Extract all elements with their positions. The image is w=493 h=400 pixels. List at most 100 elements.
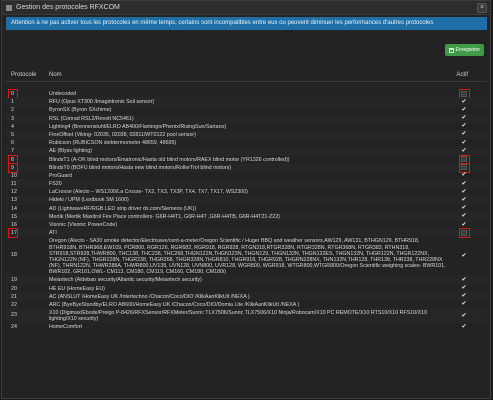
- table-row: 14 AD (LightwaveRF/RGB LED strip driver d…: [6, 205, 487, 213]
- dialog-title: Gestion des protocoles RFXCOM: [16, 4, 120, 11]
- check-icon: ✔: [461, 196, 467, 203]
- active-checkbox[interactable]: ✔: [460, 123, 468, 130]
- protocol-name: BlindsT1 (A-OK blind motors/Ematronic/Ha…: [49, 156, 290, 163]
- check-icon: ✔: [461, 205, 467, 212]
- table-row: 8 BlindsT1 (A-OK blind motors/Ematronic/H…: [6, 154, 487, 165]
- table-row: 6 Rubicson (RUBICSON stektermometer 48659…: [6, 139, 487, 148]
- active-checkbox[interactable]: ✔: [460, 205, 468, 212]
- table-row: 23 X10 (Digimax/Ebode/Preigo P-8426/RFXSe…: [6, 309, 487, 324]
- protocol-id: 22: [11, 301, 17, 308]
- check-icon: ✔: [461, 131, 467, 138]
- table-row: 3 RSL (Conrad RSL2/Revolt NC5461) ✔: [6, 114, 487, 123]
- table-row: 19 Meiantech (Aidebao security/Atlantic s…: [6, 276, 487, 285]
- protocol-name: RFU (Opus XT300 /Imagintronix Soil senso…: [49, 99, 155, 106]
- table-row: 0 Undecoded: [6, 89, 487, 99]
- save-button[interactable]: Enregistrer: [444, 44, 484, 56]
- active-checkbox[interactable]: ✔: [460, 323, 468, 330]
- active-checkbox[interactable]: ✔: [460, 188, 468, 195]
- protocol-name: X10 (Digimax/Ebode/Preigo P-8426/RFXSens…: [49, 310, 428, 323]
- check-icon: ✔: [461, 293, 467, 300]
- check-icon: ✔: [461, 276, 467, 283]
- protocol-id: 23: [11, 312, 17, 319]
- active-checkbox[interactable]: ✔: [460, 213, 468, 220]
- protocol-id: 13: [11, 197, 17, 204]
- active-checkbox[interactable]: ✔: [460, 115, 468, 122]
- table-row: 1 RFU (Opus XT300 /Imagintronix Soil sens…: [6, 98, 487, 107]
- active-checkbox[interactable]: ✔: [460, 276, 468, 283]
- active-checkbox[interactable]: ✔: [460, 147, 468, 154]
- table-row: 13 Hideki / UPM (Lexibook SM 1600) ✔: [6, 196, 487, 205]
- protocol-name: Lighting4 (Brennenstuhl/ELRO AB400/Flami…: [49, 123, 227, 130]
- protocol-name: BlindsT0 (BOFU blind motors/Hasta new bl…: [49, 164, 232, 171]
- table-row: 18 Oregon (Alecto - SA30 smoke detector/E…: [6, 237, 487, 277]
- protocol-name: Visonic (Visonic PowerCode): [49, 222, 118, 228]
- protocol-id: 19: [11, 277, 17, 284]
- protocol-table: 0 Undecoded 1 RFU (Opus XT300 /Imagintronix…: [6, 89, 487, 332]
- table-row: 9 BlindsT0 (BOFU blind motors/Hasta new b…: [6, 162, 487, 173]
- protocol-name: AD (LightwaveRF/RGB LED strip driver dx.…: [49, 205, 197, 212]
- dialog-titlebar: Gestion des protocoles RFXCOM: [2, 1, 490, 15]
- active-checkbox[interactable]: ✔: [460, 139, 468, 146]
- table-row: 2 ByronSX (Byron SXchime) ✔: [6, 106, 487, 115]
- protocol-name: RSL (Conrad RSL2/Revolt NC5461): [49, 115, 134, 122]
- protocol-name: HE EU (HomeEasy EU): [49, 285, 105, 292]
- check-icon: ✔: [461, 312, 467, 319]
- check-icon: ✔: [461, 115, 467, 122]
- check-icon: ✔: [461, 180, 467, 187]
- table-row: 17 ATI: [6, 228, 487, 239]
- protocol-name: ARC (ByeByeStandby/ELRO AB600/HomeEasy U…: [49, 301, 300, 308]
- table-row: 24 HomeComfort ✔: [6, 323, 487, 332]
- check-icon: ✔: [461, 106, 467, 113]
- save-label: Enregistrer: [455, 47, 480, 53]
- protocol-name: Rubicson (RUBICSON stektermometer 48659,…: [49, 140, 177, 147]
- protocol-name: FineOffset (Viking- 02035, 02038, 02811/…: [49, 131, 196, 138]
- protocol-dialog: Gestion des protocoles RFXCOM × Attentio…: [1, 0, 491, 399]
- protocol-name: LaCrosse (Alecto – WS1200/La Crosse- TX2…: [49, 189, 248, 196]
- check-icon: ✔: [461, 301, 467, 308]
- header-active: Actif: [456, 72, 468, 78]
- protocol-id: 10: [11, 172, 17, 179]
- active-checkbox[interactable]: ✔: [460, 237, 468, 275]
- active-checkbox[interactable]: ✔: [460, 131, 468, 138]
- table-row: 16 Visonic (Visonic PowerCode) ✔: [6, 221, 487, 230]
- active-checkbox[interactable]: ✔: [460, 309, 468, 322]
- active-checkbox[interactable]: ✔: [460, 221, 468, 228]
- protocol-settings-icon: [6, 4, 12, 11]
- table-row: 12 LaCrosse (Alecto – WS1200/La Crosse- T…: [6, 188, 487, 197]
- protocol-id: 20: [11, 285, 17, 292]
- active-checkbox[interactable]: ✔: [460, 172, 468, 179]
- protocol-id: 4: [11, 123, 14, 130]
- protocol-id: 24: [11, 324, 17, 331]
- protocol-id: 5: [11, 131, 14, 138]
- table-row: 15 Mertik (Mertik Maxitrol Fire Place con…: [6, 212, 487, 221]
- active-checkbox[interactable]: ✔: [460, 196, 468, 203]
- protocol-name: HomeComfort: [49, 324, 82, 331]
- table-row: 21 AC (ANSLUT /HomeEasy UK /Intertechno /…: [6, 292, 487, 301]
- protocol-name: ProGuard: [49, 172, 72, 179]
- protocol-id: 3: [11, 115, 14, 122]
- active-checkbox[interactable]: ✔: [460, 293, 468, 300]
- protocol-id: 18: [11, 252, 17, 259]
- table-row: 11 FS20 ✔: [6, 180, 487, 189]
- active-checkbox[interactable]: ✔: [460, 285, 468, 292]
- check-icon: ✔: [461, 139, 467, 146]
- check-icon: ✔: [461, 188, 467, 195]
- close-button[interactable]: ×: [477, 3, 487, 13]
- protocol-name: AC (ANSLUT /HomeEasy UK /Intertechno /Ch…: [49, 293, 250, 300]
- table-row: 22 ARC (ByeByeStandby/ELRO AB600/HomeEasy…: [6, 301, 487, 310]
- header-protocol: Protocole: [11, 72, 37, 78]
- active-checkbox[interactable]: ✔: [460, 180, 468, 187]
- check-icon: ✔: [461, 98, 467, 105]
- check-icon: ✔: [461, 285, 467, 292]
- table-row: 10 ProGuard ✔: [6, 172, 487, 181]
- active-checkbox[interactable]: ✔: [460, 98, 468, 105]
- protocol-id: 2: [11, 107, 14, 114]
- header-name: Nom: [49, 72, 62, 78]
- active-checkbox[interactable]: ✔: [460, 106, 468, 113]
- active-checkbox[interactable]: ✔: [460, 301, 468, 308]
- protocol-name: ByronSX (Byron SXchime): [49, 107, 112, 114]
- protocol-id: 21: [11, 293, 17, 300]
- protocol-id: 11: [11, 181, 17, 188]
- protocol-id: 14: [11, 205, 17, 212]
- table-header: Protocole Nom Actif: [6, 70, 487, 82]
